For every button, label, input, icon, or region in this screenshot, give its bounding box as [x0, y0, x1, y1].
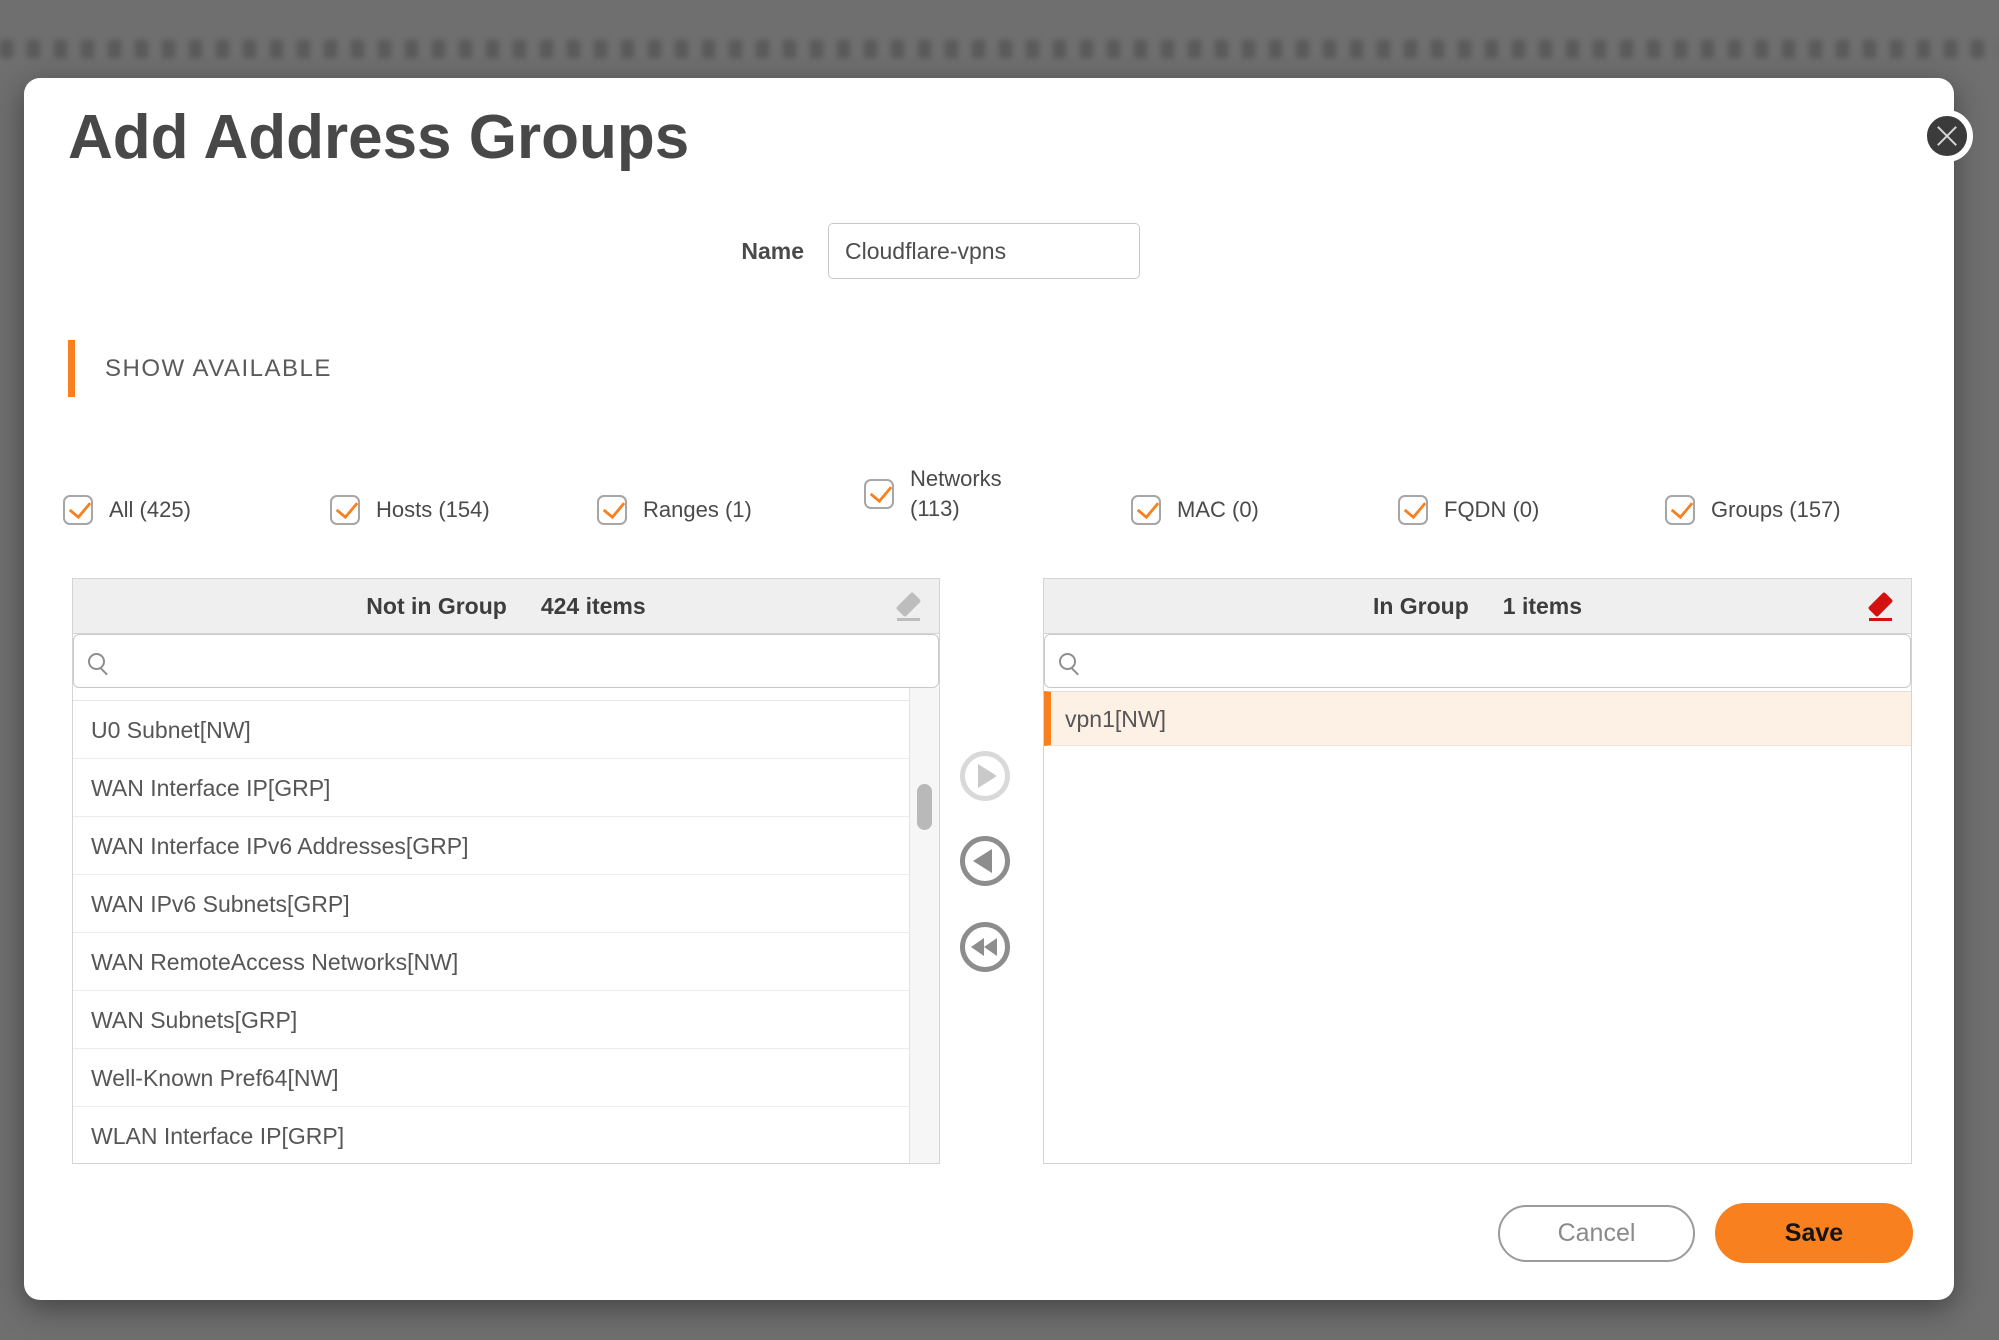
dimmed-background-content: [0, 40, 1999, 58]
filter-checkbox-item[interactable]: Groups (157): [1665, 495, 1932, 525]
scrollbar-track[interactable]: [909, 688, 939, 1163]
not-in-group-panel: Not in Group 424 items U0 Subnet[NW] WAN…: [72, 578, 940, 1164]
filter-label: Networks (113): [910, 464, 1002, 523]
dialog-title: Add Address Groups: [68, 102, 689, 173]
arrow-right-icon: [978, 764, 997, 788]
checkbox-checked-icon[interactable]: [330, 495, 360, 525]
in-group-header: In Group 1 items: [1044, 579, 1911, 634]
address-list-item[interactable]: WAN IPv6 Subnets[GRP]: [73, 875, 909, 933]
filter-label: Ranges (1): [643, 495, 752, 525]
not-in-group-list: U0 Subnet[NW] WAN Interface IP[GRP] WAN …: [73, 688, 939, 1163]
address-list-item[interactable]: WAN Subnets[GRP]: [73, 991, 909, 1049]
eraser-body: [896, 592, 921, 617]
arrow-left-small-icon: [971, 938, 984, 956]
filter-label: All (425): [109, 495, 191, 525]
checkbox-checked-icon[interactable]: [1398, 495, 1428, 525]
address-list-item[interactable]: WLAN Interface IP[GRP]: [73, 1107, 909, 1163]
filter-label: MAC (0): [1177, 495, 1259, 525]
filter-checkbox-item[interactable]: FQDN (0): [1398, 495, 1665, 525]
arrow-left-icon: [973, 849, 992, 873]
arrow-left-small-icon: [984, 938, 997, 956]
type-filter-row: All (425) Hosts (154) Ranges (1) Network…: [63, 473, 1932, 547]
show-available-section: SHOW AVAILABLE: [68, 340, 332, 397]
clear-selection-eraser-icon[interactable]: [895, 593, 923, 621]
address-list-item[interactable]: WAN Interface IP[GRP]: [73, 759, 909, 817]
cancel-button[interactable]: Cancel: [1498, 1205, 1695, 1262]
double-arrow-left-icon: [971, 938, 997, 956]
filter-checkbox-item[interactable]: Networks (113): [864, 464, 1131, 523]
filter-checkbox-item[interactable]: All (425): [63, 495, 330, 525]
section-label: SHOW AVAILABLE: [105, 355, 332, 383]
filter-checkbox-item[interactable]: Ranges (1): [597, 495, 864, 525]
in-group-count: 1 items: [1503, 593, 1582, 620]
search-icon: [88, 653, 105, 670]
search-icon: [1059, 653, 1076, 670]
move-to-group-button[interactable]: [960, 751, 1010, 801]
close-button[interactable]: [1921, 110, 1973, 162]
in-group-panel: In Group 1 items vpn1[NW]: [1043, 578, 1912, 1164]
address-list-item[interactable]: WAN Interface IPv6 Addresses[GRP]: [73, 817, 909, 875]
checkbox-checked-icon[interactable]: [1131, 495, 1161, 525]
checkbox-checked-icon[interactable]: [597, 495, 627, 525]
save-button[interactable]: Save: [1715, 1203, 1913, 1263]
filter-label: Hosts (154): [376, 495, 490, 525]
remove-all-from-group-button[interactable]: [960, 922, 1010, 972]
section-accent-bar: [68, 340, 75, 397]
name-input[interactable]: [828, 223, 1140, 279]
name-label: Name: [644, 223, 804, 279]
group-member-item[interactable]: vpn1[NW]: [1044, 691, 1911, 746]
eraser-underline: [1869, 618, 1892, 621]
not-in-group-title: Not in Group: [366, 593, 507, 620]
address-list-item[interactable]: U0 Subnet[NW]: [73, 701, 909, 759]
not-in-group-count: 424 items: [541, 593, 646, 620]
remove-from-group-button[interactable]: [960, 836, 1010, 886]
in-group-search-input[interactable]: [1086, 648, 1896, 674]
scrollbar-thumb[interactable]: [917, 784, 932, 830]
not-in-group-search-input[interactable]: [115, 648, 924, 674]
address-list-item[interactable]: Well-Known Pref64[NW]: [73, 1049, 909, 1107]
filter-label: FQDN (0): [1444, 495, 1539, 525]
in-group-list: vpn1[NW]: [1044, 688, 1911, 1163]
address-list-item[interactable]: WAN RemoteAccess Networks[NW]: [73, 933, 909, 991]
name-field-row: Name: [24, 223, 1954, 279]
filter-checkbox-item[interactable]: MAC (0): [1131, 495, 1398, 525]
in-group-title: In Group: [1373, 593, 1469, 620]
eraser-underline: [897, 618, 920, 621]
eraser-body: [1868, 592, 1893, 617]
filter-label: Groups (157): [1711, 495, 1841, 525]
close-icon: [1934, 123, 1960, 149]
not-in-group-header: Not in Group 424 items: [73, 579, 939, 634]
add-address-groups-dialog: Add Address Groups Name SHOW AVAILABLE A…: [24, 78, 1954, 1300]
clear-group-eraser-icon[interactable]: [1867, 593, 1895, 621]
filter-checkbox-item[interactable]: Hosts (154): [330, 495, 597, 525]
checkbox-checked-icon[interactable]: [864, 479, 894, 509]
partial-row-sliver: [73, 688, 909, 701]
checkbox-checked-icon[interactable]: [63, 495, 93, 525]
checkbox-checked-icon[interactable]: [1665, 495, 1695, 525]
in-group-search: [1044, 634, 1911, 688]
not-in-group-search: [73, 634, 939, 688]
